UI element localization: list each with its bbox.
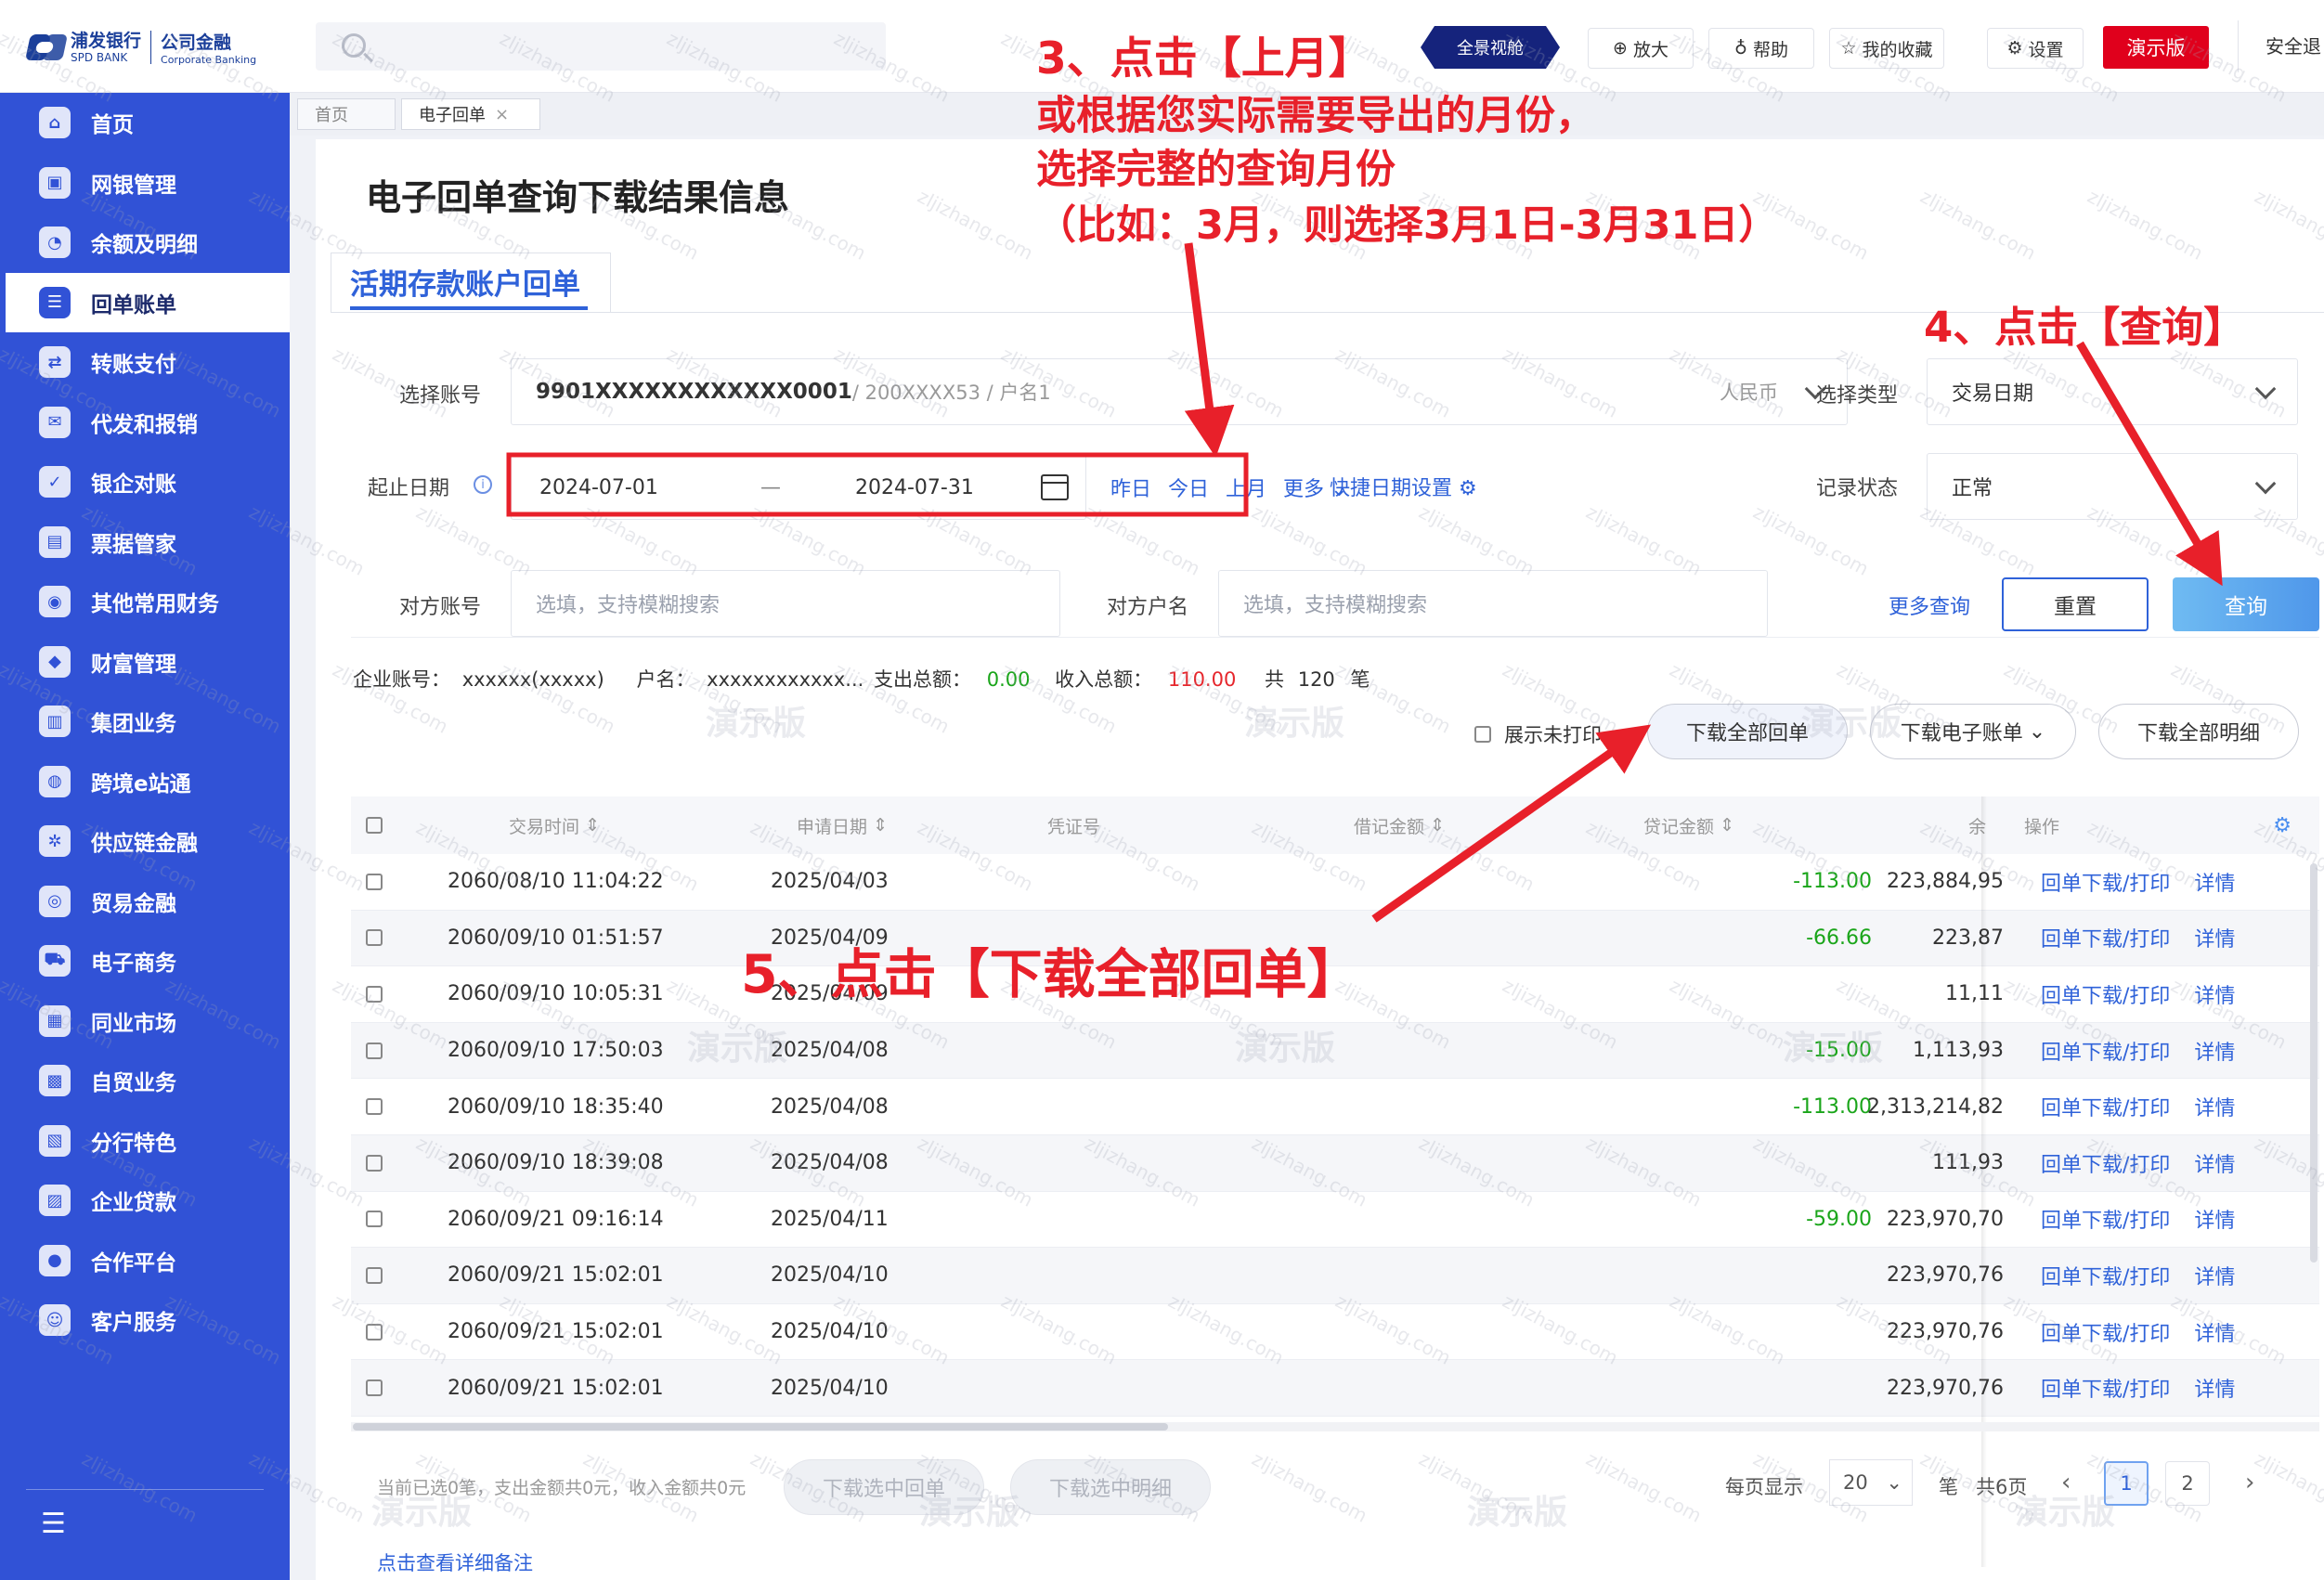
- annotation-step3-line3: 选择完整的查询月份: [1036, 147, 1396, 193]
- arrow-to-download-all: [1371, 724, 1652, 923]
- annotation-step3: 3、点击【上月】: [1036, 33, 1372, 84]
- arrow-to-query: [2076, 341, 2223, 587]
- annotation-step5: 5、点击【下载全部回单】: [741, 944, 1360, 1005]
- arrow-to-last-month: [1184, 242, 1235, 458]
- annotation-step4: 4、点击【查询】: [1924, 303, 2246, 352]
- date-range-highlight-box: [506, 452, 1249, 517]
- annotation-step3-line4: （比如：3月，则选择3月1日-3月31日）: [1036, 202, 1779, 249]
- annotation-step3-line2: 或根据您实际需要导出的月份，: [1036, 93, 1595, 139]
